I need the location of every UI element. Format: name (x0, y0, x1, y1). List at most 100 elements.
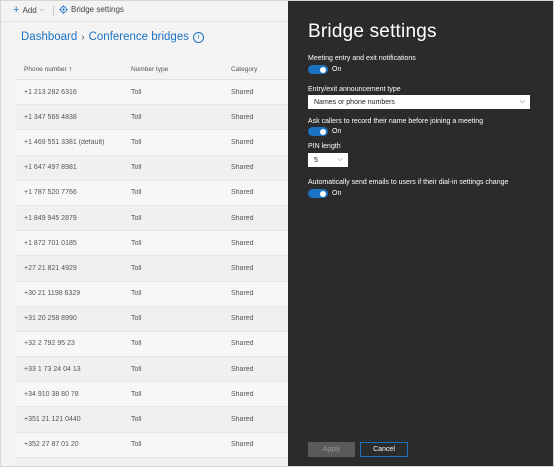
auto-email-toggle[interactable] (308, 189, 328, 198)
record-name-state: On (332, 128, 342, 135)
bridge-settings-panel: Bridge settings Meeting entry and exit n… (288, 1, 553, 466)
add-label: Add (22, 5, 37, 15)
announcement-type-value: Names or phone numbers (314, 98, 395, 106)
gear-icon (59, 5, 68, 14)
category-cell: Shared (231, 264, 254, 272)
plus-icon: + (13, 4, 20, 16)
table-row[interactable]: +31 20 258 8990 Toll Shared (16, 306, 288, 332)
table-row[interactable]: +1 213 282 6316 Toll Shared (16, 80, 288, 106)
info-icon[interactable]: i (192, 31, 204, 43)
number-type-cell: Toll (131, 390, 142, 398)
bridge-settings-button[interactable]: Bridge settings (59, 5, 124, 14)
phone-number-cell: +1 469 551 3381 (default) (24, 138, 105, 146)
command-bar: + Add ⌵ Bridge settings (1, 1, 288, 22)
category-cell: Shared (231, 113, 254, 121)
entry-exit-label: Meeting entry and exit notifications (308, 55, 416, 62)
phone-number-cell: +1 787 520 7766 (24, 189, 77, 197)
phone-number-header[interactable]: Phone number ↑ (16, 66, 123, 73)
breadcrumb-dashboard-link[interactable]: Dashboard (21, 31, 77, 43)
phone-number-cell: +1 872 701 0185 (24, 239, 77, 247)
auto-email-state: On (332, 190, 342, 197)
number-type-cell: Toll (131, 189, 142, 197)
bridge-settings-label: Bridge settings (71, 5, 124, 14)
table-row[interactable]: +1 469 551 3381 (default) Toll Shared (16, 130, 288, 156)
category-cell: Shared (231, 239, 254, 247)
table-row[interactable]: +1 347 566 4838 Toll Shared (16, 105, 288, 131)
phone-number-cell: +1 213 282 6316 (24, 88, 77, 96)
table-row[interactable]: +30 21 1198 6329 Toll Shared (16, 281, 288, 307)
number-type-cell: Toll (131, 113, 142, 121)
chevron-down-icon: ⌵ (519, 98, 525, 105)
table-row[interactable]: +33 1 73 24 04 13 Toll Shared (16, 357, 288, 383)
breadcrumb-chevron-icon: › (81, 31, 85, 43)
category-cell: Shared (231, 164, 254, 172)
phone-number-cell: +1 647 497 8981 (24, 164, 77, 172)
phone-number-cell: +31 20 258 8990 (24, 315, 77, 323)
table-row[interactable]: +353 1 566 1123TollShared (16, 457, 288, 466)
category-header[interactable]: Category (223, 66, 288, 73)
announcement-type-select[interactable]: Names or phone numbers ⌵ (308, 95, 530, 109)
category-cell: Shared (231, 189, 254, 197)
toggle-knob (320, 66, 326, 73)
record-name-toggle[interactable] (308, 127, 328, 136)
phone-number-cell: +33 1 73 24 04 13 (24, 365, 81, 373)
category-cell: Shared (231, 365, 254, 373)
number-type-cell: Toll (131, 138, 142, 146)
app-window: + Add ⌵ Bridge settings Dashboard › Conf… (0, 0, 554, 467)
number-type-cell: Toll (131, 290, 142, 298)
category-cell: Shared (231, 88, 254, 96)
category-cell: Shared (231, 315, 254, 323)
announcement-type-label: Entry/exit announcement type (308, 86, 401, 93)
entry-exit-toggle[interactable] (308, 65, 328, 74)
table-row[interactable]: +34 910 38 80 78 Toll Shared (16, 382, 288, 408)
number-type-cell: Toll (131, 239, 142, 247)
category-cell: Shared (231, 138, 254, 146)
number-type-cell: Toll (131, 214, 142, 222)
conference-bridges-page: + Add ⌵ Bridge settings Dashboard › Conf… (1, 1, 288, 466)
cancel-button[interactable]: Cancel (360, 442, 408, 457)
page-title: Conference bridges (88, 31, 189, 43)
table-row[interactable]: +1 872 701 0185 Toll Shared (16, 231, 288, 257)
toggle-knob (320, 190, 326, 197)
apply-button[interactable]: Apply (308, 442, 355, 457)
sort-up-icon: ↑ (68, 65, 73, 73)
breadcrumb: Dashboard › Conference bridges i (21, 31, 204, 43)
chevron-down-icon: ⌵ (39, 6, 45, 13)
table-row[interactable]: +1 849 945 2879 Toll Shared (16, 205, 288, 232)
category-cell: Shared (231, 390, 254, 398)
phone-number-cell: +27 21 821 4929 (24, 264, 77, 272)
number-type-cell: Toll (131, 416, 142, 424)
pin-length-value: 5 (314, 156, 318, 164)
number-type-cell: Toll (131, 264, 142, 272)
number-type-cell: Toll (131, 315, 142, 323)
category-cell: Shared (231, 214, 254, 222)
number-type-header[interactable]: Number type (123, 66, 223, 73)
pin-length-select[interactable]: 5 ⌵ (308, 153, 348, 167)
panel-title: Bridge settings (308, 21, 437, 42)
table-row[interactable]: +351 21 121 0440 Toll Shared (16, 407, 288, 433)
table-row[interactable]: +1 647 497 8981 Toll Shared (16, 155, 288, 181)
number-type-cell: Toll (131, 441, 142, 449)
number-type-cell: Toll (131, 88, 142, 96)
table-row[interactable]: +27 21 821 4929 Toll Shared (16, 256, 288, 282)
table-header: Phone number ↑ Number type Category (16, 59, 288, 80)
command-separator (53, 6, 54, 16)
phone-number-cell: +30 21 1198 6329 (24, 290, 81, 298)
phone-number-cell: +1 849 945 2879 (24, 214, 77, 222)
record-name-label: Ask callers to record their name before … (308, 118, 484, 125)
entry-exit-state: On (332, 66, 342, 73)
table-row[interactable]: +352 27 87 01 20 Toll Shared (16, 432, 288, 458)
category-cell: Shared (231, 416, 254, 424)
auto-email-label: Automatically send emails to users if th… (308, 179, 509, 186)
number-type-cell: Toll (131, 365, 142, 373)
phone-number-cell: +1 347 566 4838 (24, 113, 77, 121)
add-button[interactable]: + Add ⌵ (13, 4, 45, 16)
table-row[interactable]: +1 787 520 7766 Toll Shared (16, 180, 288, 206)
phone-number-cell: +34 910 38 80 78 (24, 390, 79, 398)
number-type-cell: Toll (131, 164, 142, 172)
category-cell: Shared (231, 340, 254, 348)
phone-number-cell: +32 2 792 95 23 (24, 340, 75, 348)
category-cell: Shared (231, 441, 254, 449)
toggle-knob (320, 128, 326, 135)
table-row[interactable]: +32 2 792 95 23 Toll Shared (16, 331, 288, 358)
